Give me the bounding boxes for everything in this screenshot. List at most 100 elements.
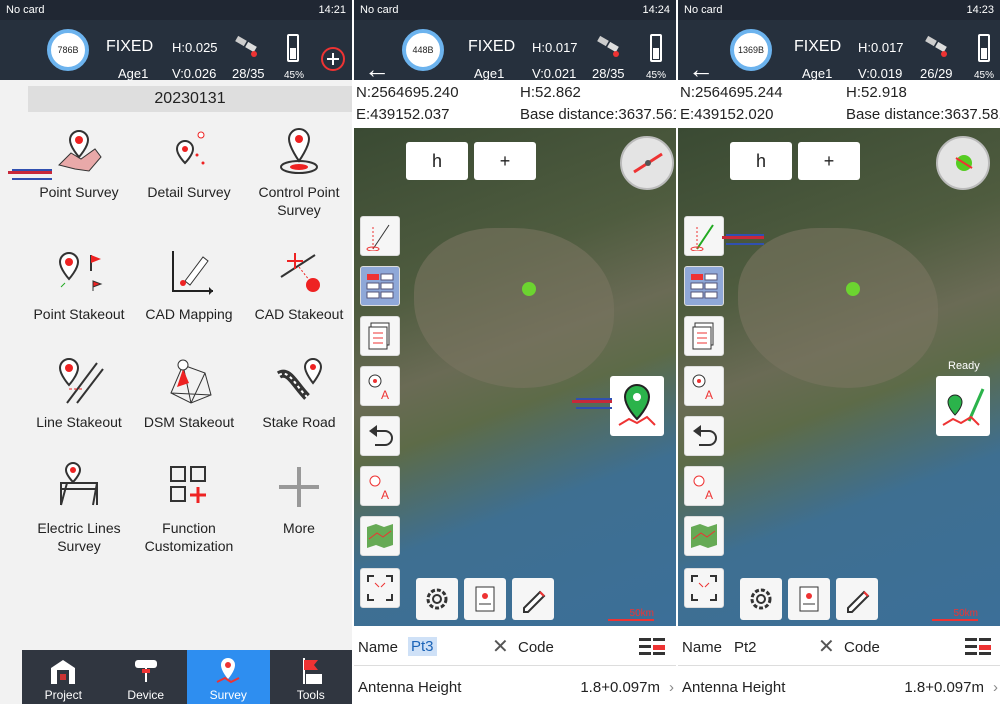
age: Age1 <box>474 66 505 81</box>
tile-line-stakeout[interactable]: Line Stakeout <box>24 355 134 431</box>
status-left: No card <box>360 4 399 16</box>
height-button[interactable]: h <box>406 142 468 180</box>
line-stakeout-icon <box>58 357 104 404</box>
satellite-count: 28/35 <box>232 66 265 81</box>
code-label: Code <box>844 639 880 656</box>
tile-control-point-survey[interactable]: Control Point Survey <box>244 125 352 219</box>
annotation-arrow <box>572 398 612 409</box>
add-icon[interactable] <box>320 46 346 72</box>
compass-icon[interactable] <box>936 136 990 190</box>
tool-auto-record[interactable]: A <box>360 466 400 506</box>
tool-full-extent[interactable] <box>684 568 724 608</box>
point-info-button[interactable] <box>464 578 506 620</box>
tile-electric-lines-survey[interactable]: Electric Lines Survey <box>24 461 134 555</box>
name-input[interactable]: Pt2 <box>734 639 757 656</box>
code-list-icon[interactable] <box>638 636 666 658</box>
satellite-map[interactable]: h + A A 50km <box>354 128 676 626</box>
h-precision: H:0.017 <box>858 40 904 55</box>
v-precision: V:0.026 <box>172 66 217 81</box>
tile-stake-road[interactable]: Stake Road <box>244 355 352 431</box>
phone-survey-menu: No card 14:21 786B FIXED Age1 H:0.025 V:… <box>0 0 352 704</box>
tool-layers[interactable] <box>360 266 400 306</box>
easting: E:439152.020 <box>680 106 774 123</box>
map-icon <box>367 524 393 548</box>
collect-point-button[interactable] <box>610 376 664 436</box>
point-stakeout-icon <box>58 251 103 291</box>
tool-map-view[interactable] <box>684 516 724 556</box>
point-form: Name Pt2 ✕ Code Antenna Height 1.8+0.097… <box>678 626 1000 704</box>
cad-stakeout-icon <box>280 253 320 292</box>
antenna-height-row[interactable]: Antenna Height 1.8+0.097m › <box>354 668 676 704</box>
pole-tilt-icon <box>366 224 390 251</box>
v-precision: V:0.019 <box>858 66 903 81</box>
pencil-icon <box>523 590 546 613</box>
survey-icon <box>216 658 240 684</box>
settings-button[interactable] <box>740 578 782 620</box>
edit-button[interactable] <box>836 578 878 620</box>
auto-point-icon: A <box>368 374 389 401</box>
plus-button[interactable]: + <box>474 142 536 180</box>
tool-auto-record[interactable]: A <box>684 466 724 506</box>
tool-auto-point[interactable]: A <box>360 366 400 406</box>
point-form: Name Pt3 ✕ Code Antenna Height 1.8+0.097… <box>354 626 676 704</box>
stake-road-icon <box>276 357 323 400</box>
point-info-button[interactable] <box>788 578 830 620</box>
tile-detail-survey[interactable]: Detail Survey <box>134 125 244 201</box>
tool-layers[interactable] <box>684 266 724 306</box>
antenna-height-label: Antenna Height <box>682 679 786 696</box>
name-code-row: Name Pt3 ✕ Code <box>354 628 676 666</box>
collect-point-button[interactable] <box>936 376 990 436</box>
name-input[interactable]: Pt3 <box>408 637 437 656</box>
height-button[interactable]: h <box>730 142 792 180</box>
tile-function-customization[interactable]: Function Customization <box>134 461 244 555</box>
status-left: No card <box>684 4 723 16</box>
satellite-map[interactable]: h + A A Ready 50km <box>678 128 1000 626</box>
position-marker <box>846 282 860 296</box>
plus-button[interactable]: + <box>798 142 860 180</box>
tile-dsm-stakeout[interactable]: DSM Stakeout <box>134 355 244 431</box>
plus-icon <box>279 467 319 507</box>
compass-icon[interactable] <box>620 136 674 190</box>
satellite-icon <box>235 35 257 57</box>
tab-project[interactable]: Project <box>22 650 105 704</box>
full-extent-icon <box>691 575 717 601</box>
clear-icon[interactable]: ✕ <box>492 634 509 659</box>
satellite-count: 28/35 <box>592 66 625 81</box>
tool-pole-tilt[interactable] <box>684 216 724 256</box>
tool-auto-point[interactable]: A <box>684 366 724 406</box>
tool-point-list[interactable] <box>360 316 400 356</box>
map-scale: 50km <box>932 608 978 621</box>
battery-percent: 45% <box>284 70 305 81</box>
tool-undo[interactable] <box>684 416 724 456</box>
fix-status: FIXED <box>468 38 516 55</box>
tool-point-list[interactable] <box>684 316 724 356</box>
function-custom-icon <box>170 466 206 503</box>
tool-undo[interactable] <box>360 416 400 456</box>
tab-device[interactable]: Device <box>105 650 188 704</box>
code-list-icon[interactable] <box>964 636 992 658</box>
tool-full-extent[interactable] <box>360 568 400 608</box>
satellite-icon <box>597 35 619 57</box>
settings-button[interactable] <box>416 578 458 620</box>
list-icon <box>692 322 714 350</box>
tile-point-stakeout[interactable]: Point Stakeout <box>24 247 134 323</box>
tab-tools[interactable]: Tools <box>270 650 353 704</box>
status-left: No card <box>6 4 45 16</box>
battery-icon <box>978 34 990 62</box>
tile-cad-stakeout[interactable]: CAD Stakeout <box>244 247 352 323</box>
age: Age1 <box>118 66 149 81</box>
tab-survey[interactable]: Survey <box>187 650 270 704</box>
gnss-header: 786B FIXED Age1 H:0.025 V:0.026 28/35 45… <box>0 20 352 81</box>
tool-map-view[interactable] <box>360 516 400 556</box>
clear-icon[interactable]: ✕ <box>818 634 835 659</box>
tile-cad-mapping[interactable]: CAD Mapping <box>134 247 244 323</box>
edit-button[interactable] <box>512 578 554 620</box>
height: H:52.918 <box>846 84 907 101</box>
tile-more[interactable]: More <box>244 461 352 537</box>
tool-pole-tilt[interactable] <box>360 216 400 256</box>
tile-label: Stake Road <box>262 414 336 430</box>
antenna-height-row[interactable]: Antenna Height 1.8+0.097m › <box>678 668 1000 704</box>
tile-label: CAD Mapping <box>145 306 233 322</box>
tile-point-survey[interactable]: Point Survey <box>24 125 134 201</box>
undo-icon <box>693 425 717 446</box>
